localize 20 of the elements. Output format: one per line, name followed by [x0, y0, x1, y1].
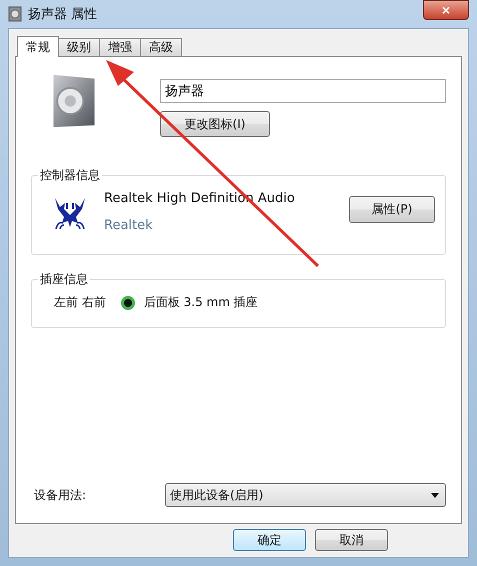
- group-legend: 控制器信息: [38, 167, 102, 184]
- usage-label: 设备用法:: [33, 486, 88, 504]
- group-legend: 插座信息: [38, 271, 90, 288]
- dialog-button[interactable]: 确定: [233, 529, 306, 551]
- caret-icon: [431, 492, 439, 498]
- name-field[interactable]: 扬声器: [160, 79, 446, 103]
- vendor-name: Realtek: [104, 218, 154, 233]
- speaker-icon: [8, 6, 22, 22]
- tab[interactable]: 级别: [58, 38, 100, 56]
- jack-description: 后面板 3.5 mm 插座: [144, 294, 258, 311]
- dialog-button[interactable]: 取消: [315, 529, 388, 551]
- jack-channels: 左前 右前: [54, 294, 106, 311]
- usage-dropdown[interactable]: 使用此设备(启用): [165, 483, 446, 507]
- change-icon-button[interactable]: 更改图标(I): [160, 111, 270, 137]
- jack-icon: [120, 294, 136, 310]
- window-title: 扬声器 属性: [28, 6, 98, 23]
- properties-button[interactable]: 属性(P): [349, 196, 435, 223]
- tab[interactable]: 高级: [140, 38, 182, 56]
- tab[interactable]: 常规: [17, 36, 59, 57]
- tab[interactable]: 增强: [99, 38, 141, 56]
